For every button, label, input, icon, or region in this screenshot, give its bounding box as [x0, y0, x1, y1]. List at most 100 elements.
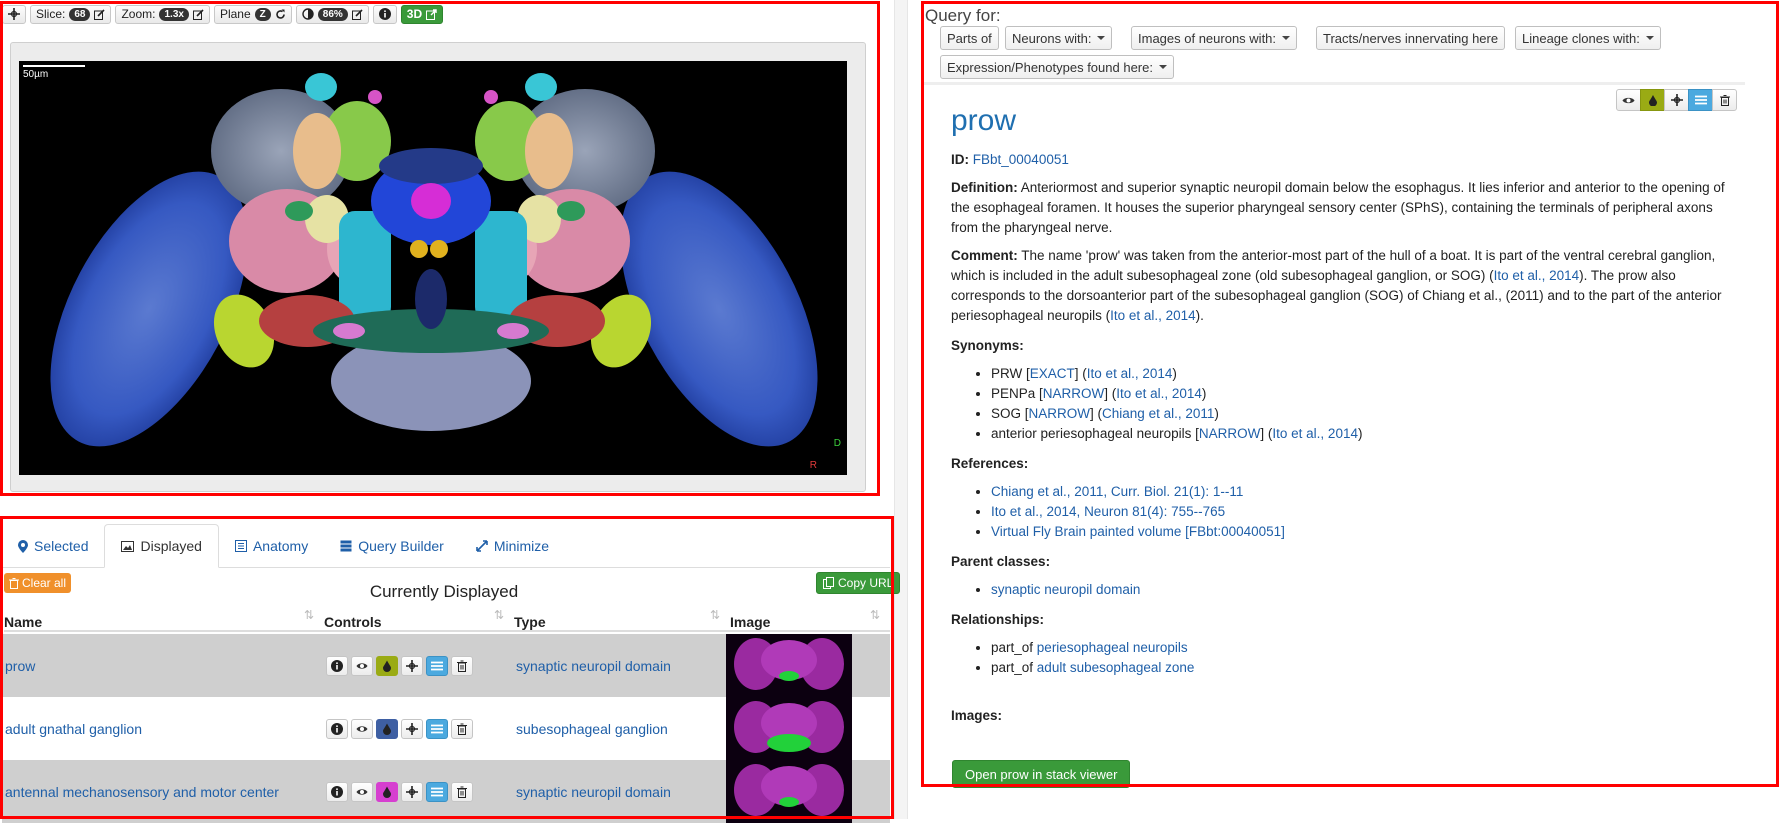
scope-link[interactable]: EXACT — [1030, 366, 1075, 381]
info-toggle-button[interactable] — [426, 781, 448, 802]
color-button[interactable] — [1640, 89, 1665, 111]
color-button[interactable] — [376, 781, 398, 802]
open-in-stack-viewer-button[interactable]: Open prow in stack viewer — [952, 760, 1131, 788]
query-button[interactable]: Tracts/nerves innervating here — [1316, 26, 1506, 50]
list-icon — [431, 787, 443, 796]
sort-icon[interactable]: ⇅ — [870, 608, 880, 622]
term-name-link[interactable]: antennal mechanosensory and motor center — [5, 784, 279, 800]
3d-viewer-button[interactable]: 3D — [400, 4, 444, 24]
color-button[interactable] — [376, 655, 398, 676]
delete-button[interactable] — [451, 781, 473, 802]
tab-displayed[interactable]: Displayed — [104, 524, 219, 568]
reference-link[interactable]: Ito et al., 2014 — [1110, 308, 1196, 323]
scope-link[interactable]: NARROW — [1029, 406, 1091, 421]
delete-button[interactable] — [451, 718, 473, 739]
tab-selected[interactable]: Selected — [2, 524, 104, 568]
sort-icon[interactable]: ⇅ — [494, 608, 504, 622]
relationship-target-link[interactable]: adult subesophageal zone — [1037, 660, 1195, 675]
info-icon — [331, 659, 343, 672]
list-icon — [234, 540, 247, 552]
thumbnail-image[interactable] — [726, 634, 852, 697]
info-toggle-button[interactable] — [426, 718, 448, 739]
visibility-button[interactable] — [351, 718, 373, 739]
reference-link[interactable]: Ito et al., 2014 — [1087, 366, 1173, 381]
delete-button[interactable] — [451, 655, 473, 676]
synonym-item: anterior periesophageal neuropils [NARRO… — [991, 424, 1741, 444]
reference-link[interactable]: Ito et al., 2014 — [1116, 386, 1202, 401]
reference-link[interactable]: Virtual Fly Brain painted volume [FBbt:0… — [991, 524, 1285, 539]
center-button[interactable] — [401, 781, 423, 802]
zoom-control[interactable]: Zoom: 1.3x — [115, 4, 210, 24]
term-tools — [1616, 89, 1737, 111]
plane-control[interactable]: Plane Z — [213, 4, 292, 24]
column-image[interactable]: Image ⇅ — [728, 606, 888, 630]
tab-anatomy[interactable]: Anatomy — [219, 524, 324, 568]
scope-link[interactable]: NARROW — [1199, 426, 1261, 441]
type-link[interactable]: synaptic neuropil domain — [516, 784, 671, 800]
color-button[interactable] — [376, 718, 398, 739]
synonym-item: SOG [NARROW] (Chiang et al., 2011) — [991, 404, 1741, 424]
term-name-link[interactable]: adult gnathal ganglion — [5, 721, 142, 737]
info-button[interactable] — [372, 4, 397, 24]
thumbnail-graphic — [734, 764, 844, 816]
drop-icon — [383, 786, 391, 798]
stack-viewer-canvas[interactable]: 50µm D R — [19, 61, 847, 475]
info-toggle-button[interactable] — [426, 655, 448, 676]
tab-query-builder[interactable]: Query Builder — [324, 524, 460, 568]
type-link[interactable]: subesophageal ganglion — [516, 721, 668, 737]
cell-type: synaptic neuropil domain — [510, 784, 726, 800]
info-button[interactable] — [326, 718, 348, 739]
reference-link[interactable]: Ito et al., 2014, Neuron 81(4): 755--765 — [991, 504, 1225, 519]
query-button-label: Tracts/nerves innervating here — [1323, 30, 1499, 46]
reference-link[interactable]: Ito et al., 2014 — [1494, 268, 1580, 283]
relationship-item: part_of adult subesophageal zone — [991, 658, 1741, 678]
thumbnail-image[interactable] — [726, 760, 852, 823]
synonyms-list: PRW [EXACT] (Ito et al., 2014)PENPa [NAR… — [951, 364, 1741, 444]
relationship-target-link[interactable]: periesophageal neuropils — [1037, 640, 1188, 655]
column-controls[interactable]: Controls ⇅ — [322, 606, 512, 630]
column-type[interactable]: Type ⇅ — [512, 606, 728, 630]
crosshair-icon — [406, 785, 418, 798]
thumbnail-image[interactable] — [726, 697, 852, 760]
caret-down-icon — [1158, 65, 1167, 69]
visibility-button[interactable] — [1616, 89, 1641, 111]
query-button[interactable]: Neurons with: — [1005, 26, 1113, 50]
delete-button[interactable] — [1712, 89, 1737, 111]
query-button[interactable]: Expression/Phenotypes found here: — [940, 55, 1174, 79]
slice-control[interactable]: Slice: 68 — [30, 4, 112, 24]
term-title: prow — [951, 104, 1017, 137]
tab-minimize[interactable]: Minimize — [460, 524, 565, 568]
term-id-link[interactable]: FBbt_00040051 — [973, 152, 1069, 167]
query-button[interactable]: Images of neurons with: — [1131, 26, 1298, 50]
crosshair-button[interactable] — [2, 4, 26, 24]
copy-url-button[interactable]: Copy URL — [816, 572, 901, 594]
info-toggle-button[interactable] — [1688, 89, 1713, 111]
scope-link[interactable]: NARROW — [1043, 386, 1105, 401]
sort-icon[interactable]: ⇅ — [710, 608, 720, 622]
synonym-item: PRW [EXACT] (Ito et al., 2014) — [991, 364, 1741, 384]
term-name-link[interactable]: prow — [5, 658, 35, 674]
center-button[interactable] — [401, 655, 423, 676]
query-button[interactable]: Lineage clones with: — [1515, 26, 1661, 50]
column-name[interactable]: Name ⇅ — [4, 606, 322, 630]
info-button[interactable] — [326, 655, 348, 676]
info-icon — [331, 785, 343, 798]
sort-icon[interactable]: ⇅ — [304, 608, 314, 622]
query-button[interactable]: Parts of — [940, 26, 999, 50]
opacity-control[interactable]: 86% — [295, 4, 369, 24]
visibility-button[interactable] — [351, 655, 373, 676]
parent-class-link[interactable]: synaptic neuropil domain — [991, 582, 1140, 597]
reference-link[interactable]: Ito et al., 2014 — [1272, 426, 1358, 441]
center-button[interactable] — [1664, 89, 1689, 111]
reference-link[interactable]: Chiang et al., 2011 — [1102, 406, 1214, 421]
caret-down-icon — [1097, 36, 1106, 40]
center-button[interactable] — [401, 718, 423, 739]
reference-link[interactable]: Chiang et al., 2011, Curr. Biol. 21(1): … — [991, 484, 1243, 499]
slice-label: Slice: — [36, 7, 66, 21]
info-button[interactable] — [326, 781, 348, 802]
references-list: Chiang et al., 2011, Curr. Biol. 21(1): … — [951, 482, 1741, 542]
type-link[interactable]: synaptic neuropil domain — [516, 658, 671, 674]
refresh-icon — [275, 9, 285, 19]
visibility-button[interactable] — [351, 781, 373, 802]
panel-splitter[interactable] — [894, 0, 908, 819]
